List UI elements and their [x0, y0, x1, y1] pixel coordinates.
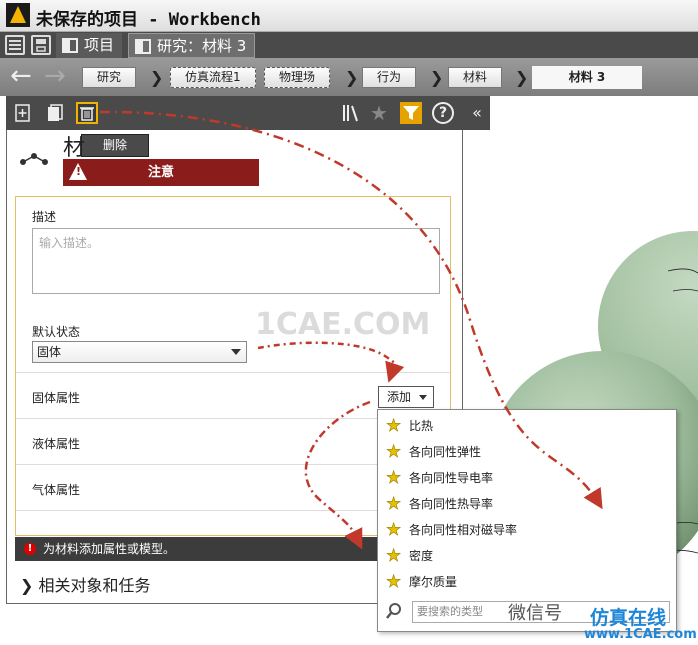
breadcrumb: ← → 研究 ❯ 仿真流程1 ❯ 物理场 ❯ 行为 ❯ 材料 ❯ 材料 3	[0, 58, 698, 96]
collapse-icon[interactable]: «	[466, 102, 488, 124]
menu-item-specific-heat[interactable]: ★ 比热	[378, 413, 676, 439]
error-icon: !	[24, 543, 36, 555]
add-icon[interactable]	[12, 102, 34, 124]
solid-properties-label: 固体属性	[32, 391, 81, 405]
library-icon[interactable]	[339, 102, 361, 124]
menu-item-molar-mass[interactable]: ★ 摩尔质量	[378, 569, 676, 595]
chevron-right-icon: ❯	[20, 576, 34, 595]
star-icon: ★	[386, 416, 402, 437]
star-icon: ★	[386, 572, 402, 593]
notice-banner: 注意	[63, 159, 259, 186]
copy-icon[interactable]	[44, 102, 66, 124]
workbench-logo-icon	[6, 3, 30, 27]
menu-icon[interactable]	[5, 35, 25, 55]
tab-study-label: 研究：材料 3	[157, 37, 247, 55]
menu-item-label: 各向同性热导率	[409, 497, 494, 511]
title-bar: 未保存的项目 - Workbench	[0, 0, 698, 32]
breadcrumb-item-study[interactable]: 研究	[82, 67, 137, 88]
chevron-right-icon: ❯	[345, 68, 359, 87]
menu-item-isotropic-thermal-conductivity[interactable]: ★ 各向同性热导率	[378, 491, 676, 517]
menu-item-isotropic-relative-permeability[interactable]: ★ 各向同性相对磁导率	[378, 517, 676, 543]
description-label: 描述	[32, 210, 57, 224]
star-icon: ★	[386, 468, 402, 489]
watermark-wechat: 微信号	[508, 603, 562, 624]
breadcrumb-item-materials[interactable]: 材料	[448, 67, 503, 88]
favorite-star-icon[interactable]: ★	[368, 102, 390, 124]
filter-icon[interactable]	[400, 102, 422, 124]
menu-item-label: 密度	[409, 549, 434, 563]
related-objects-section[interactable]: ❯ 相关对象和任务	[20, 572, 151, 596]
save-icon[interactable]	[31, 35, 51, 55]
star-icon: ★	[386, 494, 402, 515]
notice-label: 注意	[147, 165, 174, 180]
tab-project[interactable]: 项目	[56, 33, 123, 58]
back-arrow-icon[interactable]: ←	[10, 63, 32, 89]
status-message: 为材料添加属性或模型。	[43, 542, 176, 556]
breadcrumb-item-sim-flow[interactable]: 仿真流程1	[170, 67, 256, 88]
breadcrumb-current: 材料 3	[532, 66, 642, 89]
warning-icon	[69, 163, 87, 180]
watermark-center: 1CAE.COM	[255, 307, 431, 342]
study-icon	[135, 39, 151, 54]
delete-tooltip: 删除	[81, 134, 149, 157]
description-input[interactable]: 输入描述。	[32, 228, 440, 294]
chevron-right-icon: ❯	[150, 68, 164, 87]
liquid-properties-label: 液体属性	[32, 437, 81, 451]
menu-item-label: 比热	[409, 419, 434, 433]
star-icon: ★	[386, 520, 402, 541]
chevron-right-icon: ❯	[430, 68, 444, 87]
menu-item-label: 各向同性相对磁导率	[409, 523, 518, 537]
menu-item-label: 各向同性弹性	[409, 445, 482, 459]
breadcrumb-item-physics[interactable]: 物理场	[264, 67, 331, 88]
watermark-url: www.1CAE.com	[584, 627, 697, 642]
watermark-brand: 仿真在线	[590, 607, 667, 629]
menu-item-isotropic-elasticity[interactable]: ★ 各向同性弹性	[378, 439, 676, 465]
menu-item-density[interactable]: ★ 密度	[378, 543, 676, 569]
menu-item-label: 各向同性导电率	[409, 471, 494, 485]
chevron-right-icon: ❯	[515, 68, 529, 87]
help-icon[interactable]: ?	[432, 102, 454, 124]
material-title: 材	[63, 136, 86, 161]
default-state-select[interactable]: 固体	[32, 341, 247, 363]
tab-bar: 项目 研究：材料 3	[0, 32, 698, 58]
menu-item-isotropic-conductivity[interactable]: ★ 各向同性导电率	[378, 465, 676, 491]
breadcrumb-item-behavior[interactable]: 行为	[362, 67, 417, 88]
default-state-label: 默认状态	[32, 325, 81, 339]
tab-project-label: 项目	[84, 36, 115, 54]
material-icon	[18, 146, 50, 174]
chevron-down-icon	[419, 395, 427, 400]
add-property-button[interactable]: 添加	[378, 386, 434, 408]
menu-item-label: 摩尔质量	[409, 575, 458, 589]
chevron-down-icon	[231, 349, 241, 355]
divider	[16, 372, 450, 373]
project-icon	[62, 38, 78, 53]
search-icon	[385, 600, 403, 622]
add-button-label: 添加	[387, 390, 412, 404]
panel-toolbar: ★ ? «	[6, 96, 490, 130]
delete-icon[interactable]	[76, 102, 98, 124]
related-section-label: 相关对象和任务	[38, 576, 151, 595]
window-title: 未保存的项目 - Workbench	[36, 10, 261, 30]
tab-study[interactable]: 研究：材料 3	[128, 33, 256, 58]
star-icon: ★	[386, 442, 402, 463]
default-state-value: 固体	[37, 345, 62, 359]
star-icon: ★	[386, 546, 402, 567]
gas-properties-label: 气体属性	[32, 483, 81, 497]
forward-arrow-icon[interactable]: →	[44, 63, 66, 89]
